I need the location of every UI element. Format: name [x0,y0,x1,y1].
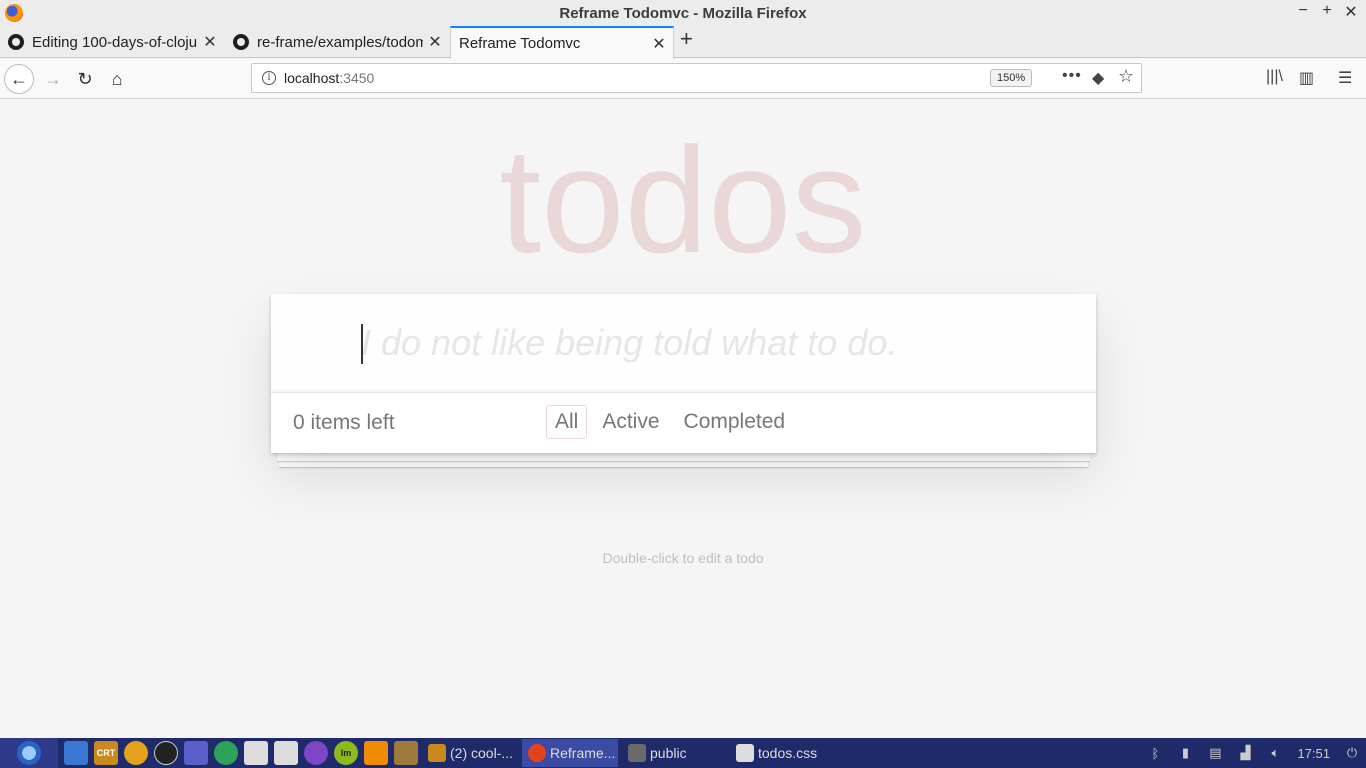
task-todos-css[interactable]: todos.css [730,739,834,767]
clock[interactable]: 17:51 [1297,746,1330,761]
maximize-button[interactable]: + [1320,2,1334,22]
items-left-count: 0 items left [293,411,395,434]
github-icon [8,34,24,50]
forward-button[interactable]: → [38,64,68,94]
window-titlebar: Reframe Todomvc - Mozilla Firefox − + ✕ [0,0,1366,26]
minimize-button[interactable]: − [1296,2,1310,22]
back-button[interactable]: ← [4,64,34,94]
new-todo-wrapper [271,294,1096,392]
task-cool-retro-term[interactable]: (2) cool-... [422,739,518,767]
hamburger-menu-icon[interactable]: ☰ [1338,68,1352,88]
task-label: todos.css [758,745,818,761]
sidebar-icon[interactable]: ▥ [1299,68,1314,88]
chrome-icon[interactable] [124,741,148,765]
filter-completed-link[interactable]: Completed [675,405,795,439]
tab-strip: Editing 100-days-of-clojure ✕ re-frame/e… [0,26,1366,59]
bookmark-star-icon[interactable]: ☆ [1118,66,1134,87]
url-text[interactable]: localhost:3450 [284,70,374,86]
tab-editing-100-days[interactable]: Editing 100-days-of-clojure ✕ [0,26,224,58]
system-tray: ᛒ ▮ ▤ ▟ 🔈︎ 17:51 ⏻ [1147,738,1366,768]
notes-icon[interactable] [274,741,298,765]
tab-reframe-todomvc[interactable]: Reframe Todomvc ✕ [450,26,674,59]
url-bar[interactable]: i localhost:3450 150% ••• ◆ ☆ [251,63,1142,93]
system-taskbar: CRT lm (2) cool-... Reframe... public to… [0,738,1366,768]
lm-icon[interactable]: lm [334,741,358,765]
home-button[interactable]: ⌂ [102,64,132,94]
task-firefox[interactable]: Reframe... [522,739,618,767]
tab-reframe-examples[interactable]: re-frame/examples/todomvc ✕ [225,26,449,58]
obs-icon[interactable] [154,741,178,765]
url-port: :3450 [339,70,375,86]
info-footer: Double-click to edit a todo [602,550,764,566]
window-title: Reframe Todomvc - Mozilla Firefox [559,5,807,22]
task-public-folder[interactable]: public [622,739,726,767]
reload-button[interactable]: ↻ [70,64,100,94]
volume-icon[interactable]: 🔈︎ [1267,745,1283,761]
new-todo-input[interactable] [271,294,1096,392]
atom-icon[interactable] [214,741,238,765]
folder-icon [628,744,646,762]
url-host: localhost [284,70,340,86]
text-caret [361,324,363,364]
start-menu-button[interactable] [0,738,58,768]
clipboard-icon[interactable]: ▤ [1207,745,1223,761]
filter-active-link[interactable]: Active [593,405,668,439]
todo-footer: 0 items left All Active Completed [271,392,1096,453]
securecrt-icon [428,744,446,762]
power-icon[interactable]: ⏻ [1344,745,1360,761]
navigation-toolbar: ← → ↻ ⌂ i localhost:3450 150% ••• ◆ ☆ ||… [0,59,1366,99]
task-label: public [650,745,687,761]
page-content: todos 0 items left All Active Completed … [0,100,1366,738]
firefox-icon [528,744,546,762]
pocket-icon[interactable]: ◆ [1092,68,1104,88]
new-tab-button[interactable]: + [680,26,693,52]
editor-icon[interactable] [244,741,268,765]
library-icon[interactable]: |||\ [1266,68,1283,86]
page-actions-icon[interactable]: ••• [1062,67,1082,85]
tab-label: Editing 100-days-of-clojure [32,33,198,51]
github-icon [233,34,249,50]
close-tab-icon[interactable]: ✕ [651,34,667,54]
close-tab-icon[interactable]: ✕ [427,32,443,52]
window-controls: − + ✕ [1296,2,1358,22]
close-tab-icon[interactable]: ✕ [202,32,218,52]
todo-app: 0 items left All Active Completed [271,294,1096,453]
network-signal-icon[interactable]: ▟ [1237,745,1253,761]
task-label: Reframe... [550,745,616,761]
emacs-icon[interactable] [304,741,328,765]
tab-label: re-frame/examples/todomvc [257,33,423,51]
filter-all-link[interactable]: All [546,405,588,439]
distro-logo-icon [17,741,41,765]
stack-decoration [277,453,1090,461]
zoom-level-button[interactable]: 150% [990,69,1033,87]
arrow-launcher-icon[interactable] [184,741,208,765]
gimp-icon[interactable] [394,741,418,765]
filter-list: All Active Completed [546,405,794,439]
vlc-icon[interactable] [364,741,388,765]
bluetooth-icon[interactable]: ᛒ [1147,745,1163,761]
site-info-icon[interactable]: i [262,71,276,85]
securecrt-icon[interactable]: CRT [94,741,118,765]
app-heading: todos [499,116,867,284]
close-window-button[interactable]: ✕ [1344,2,1358,22]
usb-icon[interactable]: ▮ [1177,745,1193,761]
file-manager-icon[interactable] [64,741,88,765]
task-label: (2) cool-... [450,745,514,761]
tab-label: Reframe Todomvc [459,35,581,52]
text-editor-icon [736,744,754,762]
